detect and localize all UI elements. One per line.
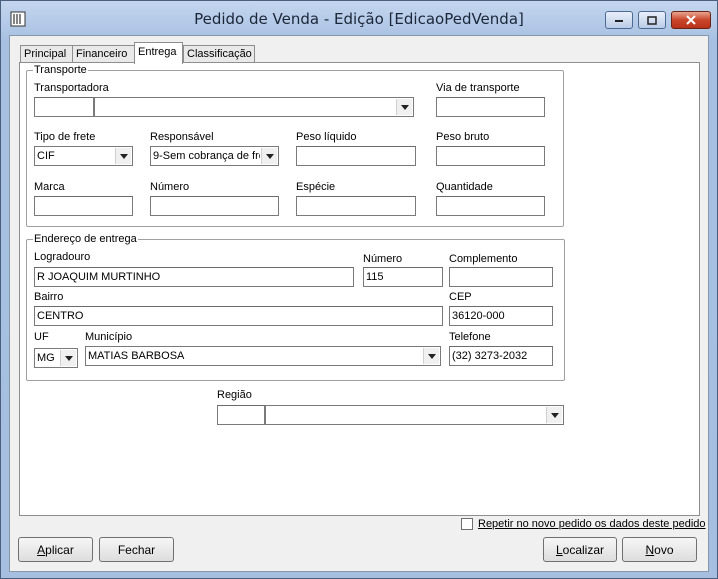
fechar-label: Fechar <box>117 542 156 557</box>
repeat-order-checkbox[interactable] <box>461 518 473 530</box>
uf-select[interactable]: MG <box>34 348 78 368</box>
endereco-group-label: Endereço de entrega <box>33 233 138 245</box>
tipo-frete-select[interactable]: CIF <box>34 146 133 166</box>
via-transporte-label: Via de transporte <box>436 82 520 94</box>
tab-label: Principal <box>24 48 67 60</box>
tab-label: Entrega <box>138 46 177 58</box>
localizar-accel: L <box>555 542 563 557</box>
minimize-icon <box>615 20 623 22</box>
tipo-frete-label: Tipo de frete <box>34 131 96 143</box>
localizar-label: ocalizar <box>562 542 605 557</box>
municipio-label: Município <box>85 331 133 343</box>
novo-button[interactable]: Novo <box>622 537 697 562</box>
maximize-icon <box>647 15 657 25</box>
quantidade-label: Quantidade <box>436 181 493 193</box>
marca-input[interactable] <box>34 196 133 216</box>
peso-liquido-label: Peso líquido <box>296 131 357 143</box>
dropdown-arrow-icon[interactable] <box>396 99 412 115</box>
regiao-label: Região <box>217 389 252 401</box>
tab-principal[interactable]: Principal <box>20 45 73 63</box>
close-icon <box>686 15 696 25</box>
uf-value: MG <box>37 352 55 364</box>
dropdown-arrow-icon[interactable] <box>60 350 76 366</box>
peso-bruto-input[interactable] <box>436 146 545 166</box>
localizar-button[interactable]: Localizar <box>543 537 617 562</box>
tab-label: Classificação <box>187 48 252 60</box>
via-transporte-input[interactable] <box>436 97 545 117</box>
transporte-group: Transporte Transportadora Via de transpo… <box>26 64 564 227</box>
client-area: Principal Financeiro Entrega Classificaç… <box>9 35 709 572</box>
novo-accel: N <box>645 542 655 557</box>
maximize-button[interactable] <box>638 11 666 29</box>
aplicar-accel: A <box>37 542 46 557</box>
responsavel-label: Responsável <box>150 131 214 143</box>
logradouro-label: Logradouro <box>34 251 91 263</box>
repeat-order-label[interactable]: Repetir no novo pedido os dados deste pe… <box>478 518 706 530</box>
transportadora-code-input[interactable] <box>34 97 94 117</box>
logradouro-input[interactable]: R JOAQUIM MURTINHO <box>34 267 354 287</box>
regiao-select[interactable] <box>265 405 564 425</box>
tab-panel-entrega: Transporte Transportadora Via de transpo… <box>19 62 700 516</box>
dropdown-arrow-icon[interactable] <box>546 407 562 423</box>
dropdown-arrow-icon[interactable] <box>423 348 439 364</box>
transporte-group-label: Transporte <box>33 64 88 76</box>
novo-label: ovo <box>654 542 674 557</box>
window: Pedido de Venda - Edição [EdicaoPedVenda… <box>0 0 718 579</box>
complemento-input[interactable] <box>449 267 553 287</box>
aplicar-label: plicar <box>45 542 74 557</box>
dropdown-arrow-icon[interactable] <box>115 148 131 164</box>
regiao-code-input[interactable] <box>217 405 265 425</box>
quantidade-input[interactable] <box>436 196 545 216</box>
uf-label: UF <box>34 331 49 343</box>
numero-input[interactable] <box>150 196 279 216</box>
responsavel-select[interactable]: 9-Sem cobrança de fre <box>150 146 279 166</box>
marca-label: Marca <box>34 181 65 193</box>
tab-label: Financeiro <box>76 48 128 60</box>
cep-label: CEP <box>449 291 472 303</box>
complemento-label: Complemento <box>449 253 518 265</box>
peso-liquido-input[interactable] <box>296 146 416 166</box>
peso-bruto-label: Peso bruto <box>436 131 490 143</box>
numero-endereco-input[interactable]: 115 <box>363 267 443 287</box>
especie-label: Espécie <box>296 181 336 193</box>
numero-endereco-label: Número <box>363 253 403 265</box>
aplicar-button[interactable]: Aplicar <box>18 537 93 562</box>
municipio-select[interactable]: MATIAS BARBOSA <box>85 346 441 366</box>
cep-input[interactable]: 36120-000 <box>449 306 553 326</box>
title-bar[interactable]: Pedido de Venda - Edição [EdicaoPedVenda… <box>1 1 717 35</box>
bairro-label: Bairro <box>34 291 64 303</box>
dropdown-arrow-icon[interactable] <box>261 148 277 164</box>
fechar-button[interactable]: Fechar <box>99 537 174 562</box>
minimize-button[interactable] <box>605 11 633 29</box>
tab-classificacao[interactable]: Classificação <box>183 45 255 63</box>
endereco-entrega-group: Endereço de entrega Logradouro R JOAQUIM… <box>26 233 565 381</box>
tab-entrega[interactable]: Entrega <box>134 42 183 64</box>
responsavel-value: 9-Sem cobrança de fre <box>153 150 260 162</box>
close-button[interactable] <box>671 11 711 29</box>
bairro-input[interactable]: CENTRO <box>34 306 443 326</box>
tipo-frete-value: CIF <box>37 150 55 162</box>
tab-financeiro[interactable]: Financeiro <box>72 45 135 63</box>
municipio-value: MATIAS BARBOSA <box>88 350 185 362</box>
transportadora-select[interactable] <box>94 97 414 117</box>
especie-input[interactable] <box>296 196 416 216</box>
telefone-input[interactable]: (32) 3273-2032 <box>449 346 553 366</box>
transportadora-label: Transportadora <box>34 82 109 94</box>
telefone-label: Telefone <box>449 331 491 343</box>
numero-label: Número <box>150 181 190 193</box>
